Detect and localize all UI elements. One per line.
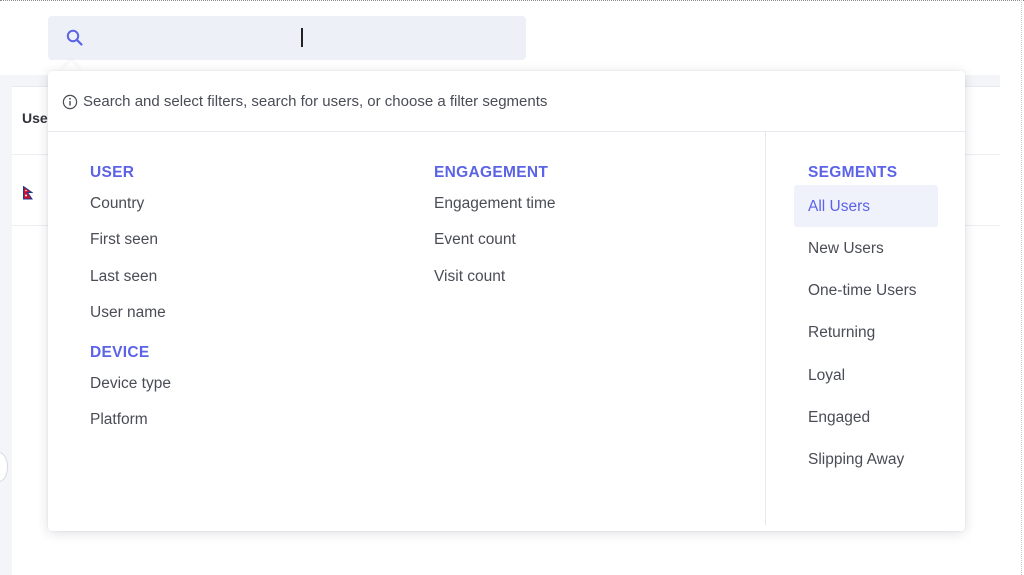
info-icon [62,94,78,110]
filter-item-country[interactable]: Country [90,195,144,213]
section-title-segments: SEGMENTS [808,164,898,181]
dropdown-hint: Search and select filters, search for us… [62,93,547,110]
search-icon [66,29,84,47]
right-dotted-border [1021,0,1022,575]
filter-item-platform[interactable]: Platform [90,411,148,429]
filter-item-last-seen[interactable]: Last seen [90,268,157,286]
dropdown-divider [48,131,965,132]
hint-text: Search and select filters, search for us… [83,93,548,110]
filter-item-user-name[interactable]: User name [90,304,166,322]
text-cursor [301,28,303,47]
filter-dropdown: Search and select filters, search for us… [48,71,965,531]
filter-item-engagement-time[interactable]: Engagement time [434,195,556,213]
segment-item-engaged[interactable]: Engaged [808,409,870,427]
search-input[interactable] [94,16,526,60]
segment-item-all-users[interactable]: All Users [808,198,870,216]
search-bar[interactable] [48,16,526,60]
segment-item-new-users[interactable]: New Users [808,240,884,258]
top-dotted-border [0,0,1024,1]
filter-item-first-seen[interactable]: First seen [90,231,158,249]
filter-item-device-type[interactable]: Device type [90,375,171,393]
segment-item-loyal[interactable]: Loyal [808,367,845,385]
table-header-cell: User [22,110,48,126]
section-title-engagement: ENGAGEMENT [434,164,549,181]
segment-item-returning[interactable]: Returning [808,324,875,342]
nepal-flag-icon [23,186,33,200]
section-title-device: DEVICE [90,344,150,361]
segment-item-slipping-away[interactable]: Slipping Away [808,451,904,469]
filter-item-visit-count[interactable]: Visit count [434,268,505,286]
segments-divider [765,132,766,525]
segment-item-one-time-users[interactable]: One-time Users [808,282,917,300]
filter-item-event-count[interactable]: Event count [434,231,516,249]
section-title-user: USER [90,164,135,181]
